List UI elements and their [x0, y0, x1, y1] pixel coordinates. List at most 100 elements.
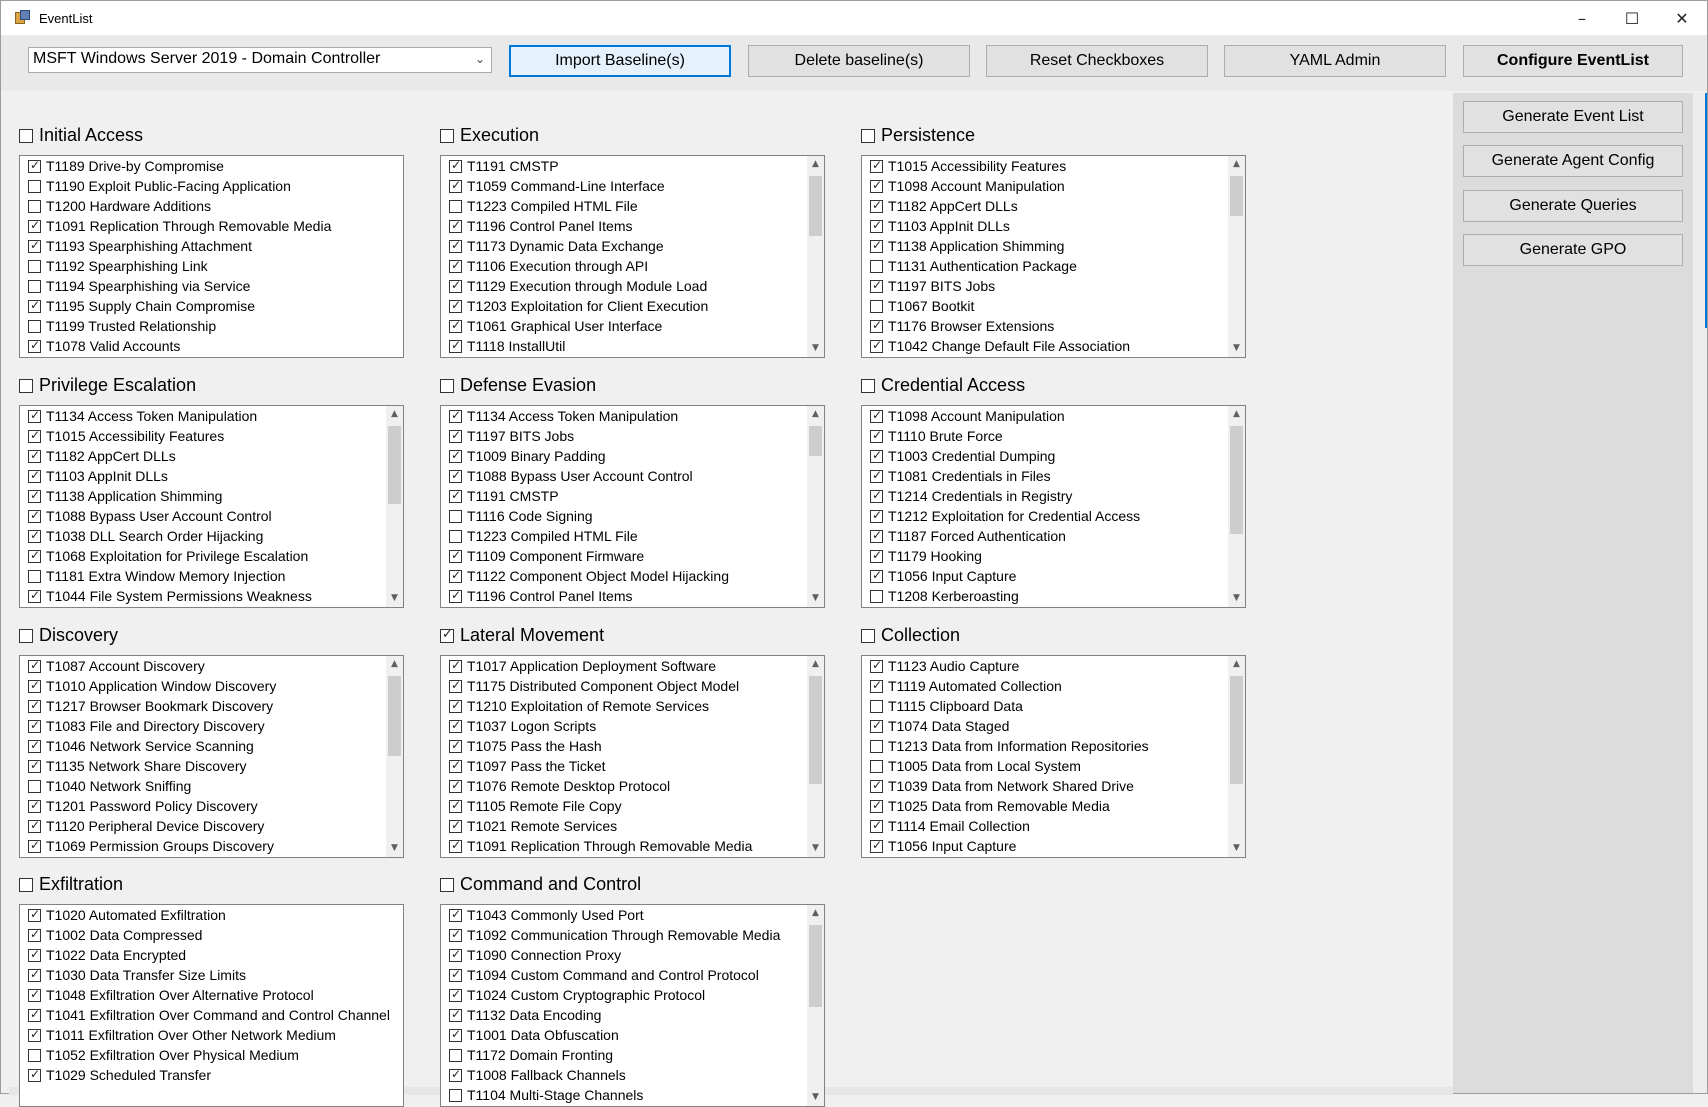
scroll-down-icon[interactable]: ▼	[807, 590, 824, 607]
scrollbar-thumb[interactable]	[1230, 176, 1243, 216]
list-item[interactable]: T1039 Data from Network Shared Drive	[862, 776, 1245, 796]
list-item[interactable]: T1132 Data Encoding	[441, 1005, 824, 1025]
group-header-defense-evasion[interactable]: Defense Evasion	[440, 375, 596, 396]
list-item[interactable]: T1091 Replication Through Removable Medi…	[20, 216, 403, 236]
technique-checkbox[interactable]	[28, 818, 41, 833]
technique-checkbox[interactable]	[28, 987, 41, 1002]
scroll-up-icon[interactable]: ▲	[1228, 156, 1245, 173]
technique-checkbox[interactable]	[449, 158, 462, 173]
technique-checkbox[interactable]	[28, 798, 41, 813]
scroll-down-icon[interactable]: ▼	[386, 840, 403, 857]
list-item[interactable]: T1217 Browser Bookmark Discovery	[20, 696, 403, 716]
list-item[interactable]: T1017 Application Deployment Software	[441, 656, 824, 676]
list-item[interactable]: T1129 Execution through Module Load	[441, 276, 824, 296]
list-item[interactable]: T1201 Password Policy Discovery	[20, 796, 403, 816]
technique-checkbox[interactable]	[449, 718, 462, 733]
technique-checkbox[interactable]	[28, 179, 41, 193]
list-item[interactable]: T1196 Control Panel Items	[441, 216, 824, 236]
list-item[interactable]: T1179 Hooking	[862, 546, 1245, 566]
technique-checkbox[interactable]	[28, 718, 41, 733]
technique-checkbox[interactable]	[870, 589, 883, 603]
technique-checkbox[interactable]	[870, 568, 883, 583]
list-item[interactable]: T1044 File System Permissions Weakness	[20, 586, 403, 606]
scroll-down-icon[interactable]: ▼	[1228, 840, 1245, 857]
generate-queries-button[interactable]: Generate Queries	[1463, 190, 1683, 222]
list-item[interactable]: T1010 Application Window Discovery	[20, 676, 403, 696]
delete-baselines-button[interactable]: Delete baseline(s)	[748, 45, 970, 77]
list-item[interactable]: T1011 Exfiltration Over Other Network Me…	[20, 1025, 403, 1045]
list-item[interactable]: T1172 Domain Fronting	[441, 1045, 824, 1065]
list-item[interactable]: T1194 Spearphishing via Service	[20, 276, 403, 296]
group-header-command-and-control[interactable]: Command and Control	[440, 874, 641, 895]
technique-checkbox[interactable]	[449, 1067, 462, 1082]
technique-checkbox[interactable]	[28, 468, 41, 483]
technique-checkbox[interactable]	[870, 528, 883, 543]
technique-checkbox[interactable]	[449, 798, 462, 813]
list-item[interactable]: T1040 Network Sniffing	[20, 776, 403, 796]
list-item[interactable]: T1182 AppCert DLLs	[862, 196, 1245, 216]
technique-list-privilege-escalation[interactable]: T1134 Access Token Manipulation T1015 Acc…	[19, 405, 404, 608]
list-item[interactable]: T1213 Data from Information Repositories	[862, 736, 1245, 756]
list-item[interactable]: T1190 Exploit Public-Facing Application	[20, 176, 403, 196]
technique-checkbox[interactable]	[870, 238, 883, 253]
group-checkbox-execution[interactable]	[440, 128, 454, 143]
list-item[interactable]: T1020 Automated Exfiltration	[20, 905, 403, 925]
scrollbar-thumb[interactable]	[1230, 426, 1243, 534]
list-item[interactable]: T1088 Bypass User Account Control	[441, 466, 824, 486]
technique-checkbox[interactable]	[28, 238, 41, 253]
generate-gpo-button[interactable]: Generate GPO	[1463, 234, 1683, 266]
list-item[interactable]: T1090 Connection Proxy	[441, 945, 824, 965]
technique-checkbox[interactable]	[28, 838, 41, 853]
generate-event-list-button[interactable]: Generate Event List	[1463, 101, 1683, 133]
list-item[interactable]: T1067 Bootkit	[862, 296, 1245, 316]
list-item[interactable]: T1110 Brute Force	[862, 426, 1245, 446]
technique-checkbox[interactable]	[870, 448, 883, 463]
technique-checkbox[interactable]	[28, 1048, 41, 1062]
group-header-execution[interactable]: Execution	[440, 125, 539, 146]
scroll-down-icon[interactable]: ▼	[1228, 590, 1245, 607]
technique-checkbox[interactable]	[870, 178, 883, 193]
technique-checkbox[interactable]	[449, 468, 462, 483]
list-item[interactable]: T1002 Data Compressed	[20, 925, 403, 945]
group-checkbox-privilege-escalation[interactable]	[19, 378, 33, 393]
technique-checkbox[interactable]	[870, 158, 883, 173]
scroll-up-icon[interactable]: ▲	[386, 656, 403, 673]
list-item[interactable]: T1135 Network Share Discovery	[20, 756, 403, 776]
technique-checkbox[interactable]	[28, 448, 41, 463]
scroll-up-icon[interactable]: ▲	[807, 156, 824, 173]
technique-checkbox[interactable]	[870, 699, 883, 713]
technique-checkbox[interactable]	[870, 259, 883, 273]
list-item[interactable]: T1208 Kerberoasting	[862, 586, 1245, 606]
technique-checkbox[interactable]	[449, 318, 462, 333]
group-checkbox-defense-evasion[interactable]	[440, 378, 454, 393]
vertical-scrollbar[interactable]: ▲ ▼	[807, 156, 824, 357]
list-item[interactable]: T1182 AppCert DLLs	[20, 446, 403, 466]
scroll-up-icon[interactable]: ▲	[1228, 406, 1245, 423]
technique-checkbox[interactable]	[449, 1007, 462, 1022]
technique-checkbox[interactable]	[870, 838, 883, 853]
technique-checkbox[interactable]	[449, 947, 462, 962]
list-item[interactable]: T1173 Dynamic Data Exchange	[441, 236, 824, 256]
list-item[interactable]: T1025 Data from Removable Media	[862, 796, 1245, 816]
list-item[interactable]: T1046 Network Service Scanning	[20, 736, 403, 756]
list-item[interactable]: T1052 Exfiltration Over Physical Medium	[20, 1045, 403, 1065]
vertical-scrollbar[interactable]: ▲ ▼	[807, 656, 824, 857]
list-item[interactable]: T1015 Accessibility Features	[20, 426, 403, 446]
technique-checkbox[interactable]	[449, 238, 462, 253]
list-item[interactable]: T1203 Exploitation for Client Execution	[441, 296, 824, 316]
list-item[interactable]: T1181 Extra Window Memory Injection	[20, 566, 403, 586]
list-item[interactable]: T1075 Pass the Hash	[441, 736, 824, 756]
technique-checkbox[interactable]	[449, 1088, 462, 1102]
group-checkbox-command-and-control[interactable]	[440, 877, 454, 892]
technique-checkbox[interactable]	[28, 927, 41, 942]
vertical-scrollbar[interactable]: ▲ ▼	[386, 406, 403, 607]
list-item[interactable]: T1022 Data Encrypted	[20, 945, 403, 965]
technique-checkbox[interactable]	[449, 548, 462, 563]
technique-checkbox[interactable]	[449, 568, 462, 583]
technique-checkbox[interactable]	[449, 588, 462, 603]
technique-checkbox[interactable]	[28, 218, 41, 233]
technique-checkbox[interactable]	[870, 408, 883, 423]
technique-checkbox[interactable]	[28, 947, 41, 962]
list-item[interactable]: T1138 Application Shimming	[20, 486, 403, 506]
scroll-down-icon[interactable]: ▼	[807, 840, 824, 857]
